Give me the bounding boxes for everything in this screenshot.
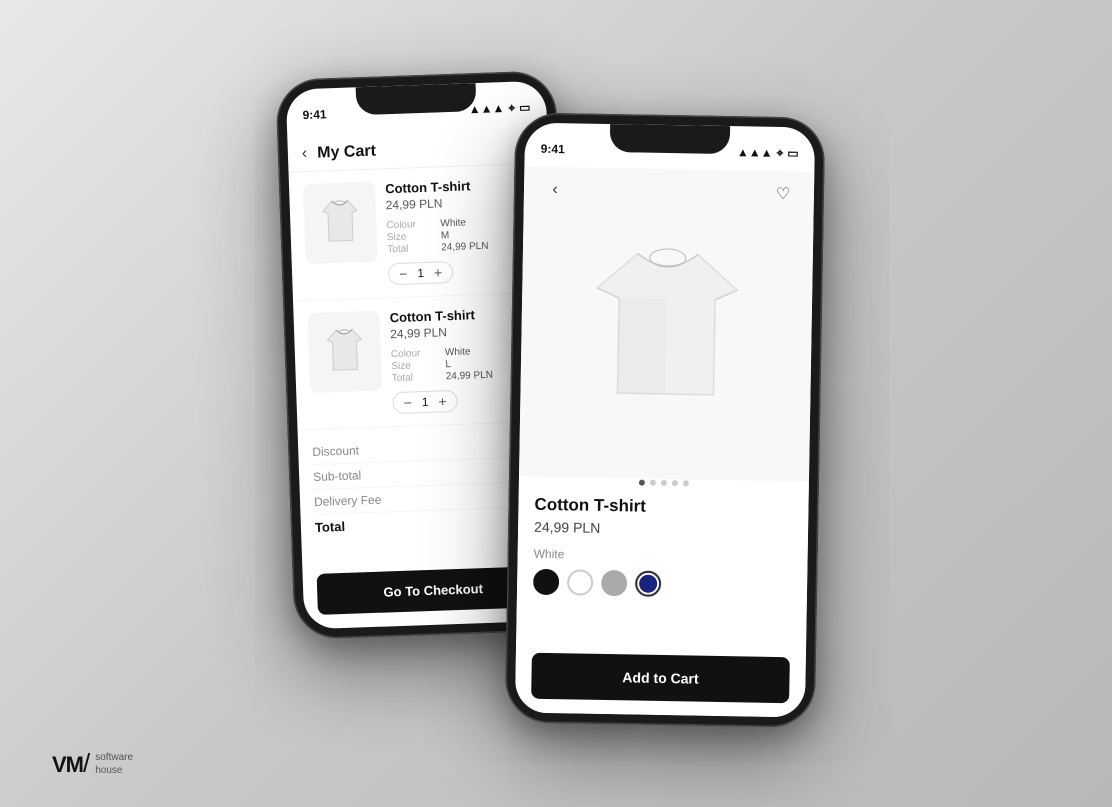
logo: VM/ software house	[52, 748, 133, 779]
qty-minus-1[interactable]: −	[399, 267, 408, 281]
cart-item-2-image	[307, 311, 382, 393]
colour-label-1: Colour	[386, 219, 436, 232]
qty-plus-1[interactable]: +	[434, 265, 443, 279]
cart-title: My Cart	[317, 143, 376, 163]
product-screen: 9:41 ▲▲▲ ⌖ ▭ ‹ ♡	[515, 123, 815, 718]
total-label-1: Total	[387, 243, 437, 256]
logo-text: software house	[95, 751, 133, 777]
wishlist-button[interactable]: ♡	[768, 179, 799, 210]
dot-5	[683, 480, 689, 486]
status-time-2: 9:41	[541, 142, 565, 156]
discount-label: Discount	[312, 443, 359, 459]
swatch-gray[interactable]	[601, 570, 627, 596]
swatch-black[interactable]	[533, 569, 559, 595]
status-icons: ▲▲▲ ⌖ ▭	[468, 100, 530, 117]
notch-2	[610, 124, 730, 154]
wifi-icon-2: ⌖	[776, 145, 783, 160]
color-label: White	[534, 547, 792, 566]
back-button-product[interactable]: ‹	[540, 175, 571, 206]
total-label: Total	[315, 519, 346, 535]
swatch-white[interactable]	[567, 569, 593, 595]
qty-minus-2[interactable]: −	[403, 395, 412, 409]
notch	[356, 83, 477, 115]
delivery-label: Delivery Fee	[314, 493, 382, 509]
phone-product: 9:41 ▲▲▲ ⌖ ▭ ‹ ♡	[505, 112, 826, 727]
dot-4	[672, 480, 678, 486]
dot-1	[639, 480, 645, 486]
swatch-navy[interactable]	[635, 571, 661, 597]
logo-line1: software	[95, 751, 133, 764]
back-button[interactable]: ‹	[302, 145, 308, 163]
dot-2	[650, 480, 656, 486]
color-swatches	[533, 569, 791, 599]
qty-value-1: 1	[417, 266, 424, 280]
qty-plus-2[interactable]: +	[438, 394, 447, 408]
dot-3	[661, 480, 667, 486]
wifi-icon: ⌖	[508, 100, 515, 115]
product-nav: ‹ ♡	[524, 167, 815, 218]
product-info: Cotton T-shirt 24,99 PLN White Add to Ca…	[515, 480, 809, 717]
total-label-2: Total	[392, 371, 442, 384]
status-icons-2: ▲▲▲ ⌖ ▭	[737, 145, 799, 161]
size-label-2: Size	[391, 359, 441, 372]
logo-line2: house	[95, 764, 133, 777]
qty-control-1: − 1 +	[388, 261, 454, 285]
signal-icon-2: ▲▲▲	[737, 145, 773, 160]
battery-icon: ▭	[519, 100, 531, 114]
product-title: Cotton T-shirt	[534, 495, 792, 519]
add-to-cart-button[interactable]: Add to Cart	[531, 653, 790, 703]
product-price: 24,99 PLN	[534, 519, 792, 540]
battery-icon-2: ▭	[787, 146, 799, 160]
cart-item-1-image	[303, 182, 378, 264]
colour-label-2: Colour	[391, 347, 441, 360]
signal-icon: ▲▲▲	[468, 101, 504, 116]
size-label-1: Size	[387, 231, 437, 244]
qty-control-2: − 1 +	[392, 390, 458, 414]
logo-vm: VM/	[52, 748, 89, 779]
status-time: 9:41	[302, 107, 327, 122]
subtotal-label: Sub-total	[313, 468, 361, 484]
qty-value-2: 1	[422, 395, 429, 409]
